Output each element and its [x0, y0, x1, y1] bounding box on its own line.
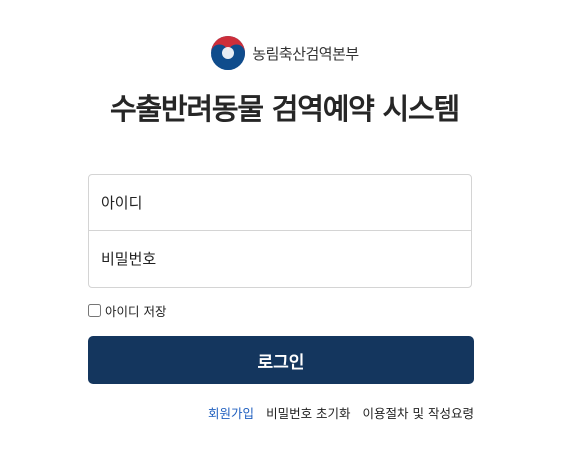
remember-id-option[interactable]: 아이디 저장	[88, 301, 166, 320]
user-id-input[interactable]	[89, 175, 471, 231]
remember-id-checkbox[interactable]	[88, 304, 101, 317]
signup-link[interactable]: 회원가입	[208, 403, 254, 422]
reset-password-link[interactable]: 비밀번호 초기화	[266, 403, 350, 422]
agency-logo: 농림축산검역본부	[0, 35, 569, 71]
password-input[interactable]	[89, 231, 471, 287]
remember-id-label: 아이디 저장	[105, 304, 167, 319]
footer-links: 회원가입 비밀번호 초기화 이용절차 및 작성요령	[208, 403, 474, 422]
taegeuk-emblem-icon	[211, 36, 246, 70]
login-form	[88, 174, 472, 288]
guide-link[interactable]: 이용절차 및 작성요령	[363, 403, 474, 422]
page-title: 수출반려동물 검역예약 시스템	[109, 92, 460, 126]
login-button[interactable]: 로그인	[88, 336, 474, 384]
agency-name: 농림축산검역본부	[252, 44, 359, 63]
